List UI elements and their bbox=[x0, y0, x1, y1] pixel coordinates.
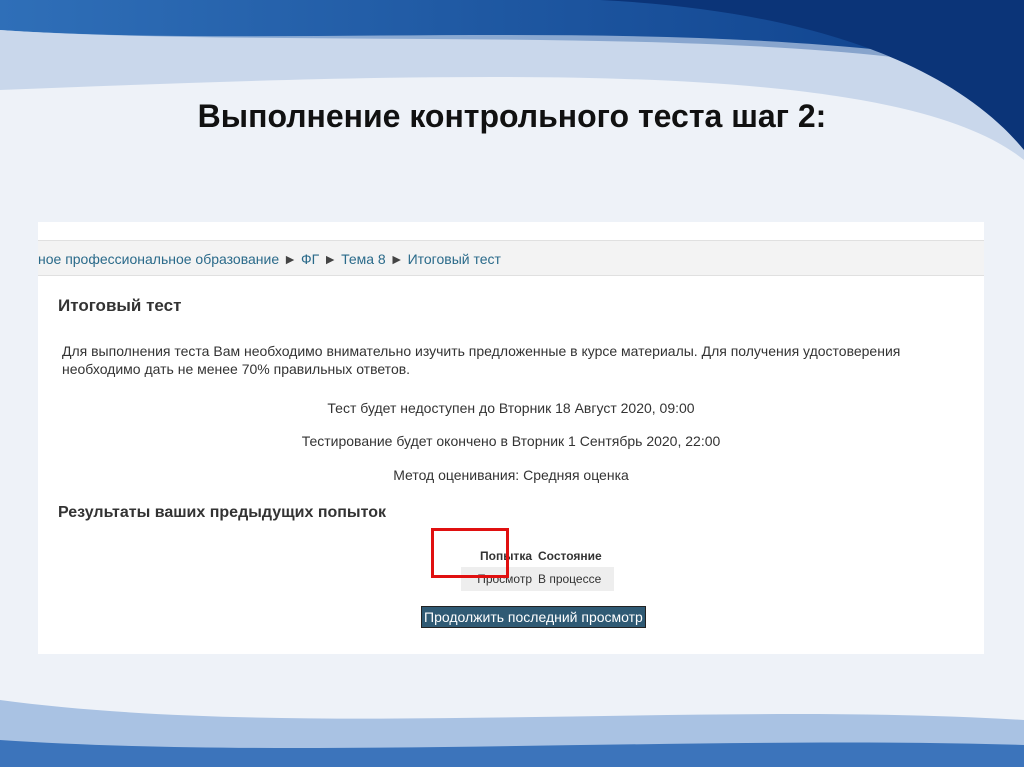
breadcrumb-item[interactable]: ное профессиональное образование bbox=[38, 251, 279, 267]
slide-title: Выполнение контрольного теста шаг 2: bbox=[197, 98, 827, 134]
close-info: Тестирование будет окончено в Вторник 1 … bbox=[301, 433, 721, 449]
page-heading: Итоговый тест bbox=[58, 296, 182, 315]
breadcrumb-item[interactable]: Тема 8 bbox=[341, 251, 386, 267]
results-heading: Результаты ваших предыдущих попыток bbox=[58, 504, 386, 521]
grading-method: Метод оценивания: Средняя оценка bbox=[393, 467, 629, 483]
breadcrumb-item[interactable]: Итоговый тест bbox=[408, 251, 501, 267]
breadcrumb-item[interactable]: ФГ bbox=[301, 251, 319, 267]
breadcrumb: ное профессиональное образование ► ФГ ► Тема… bbox=[38, 240, 984, 276]
quiz-description: Для выполнения теста Вам необходимо вним… bbox=[62, 343, 901, 377]
attempt-status: В процессе bbox=[538, 572, 602, 586]
open-info: Тест будет недоступен до Вторник 18 Авгу… bbox=[327, 400, 695, 416]
moodle-screenshot: ное профессиональное образование ► ФГ ► Тема… bbox=[38, 222, 984, 654]
continue-attempt-button[interactable]: Продолжить последний просмотр bbox=[421, 606, 646, 628]
header-status: Состояние bbox=[538, 549, 602, 563]
highlight-box bbox=[431, 528, 509, 578]
